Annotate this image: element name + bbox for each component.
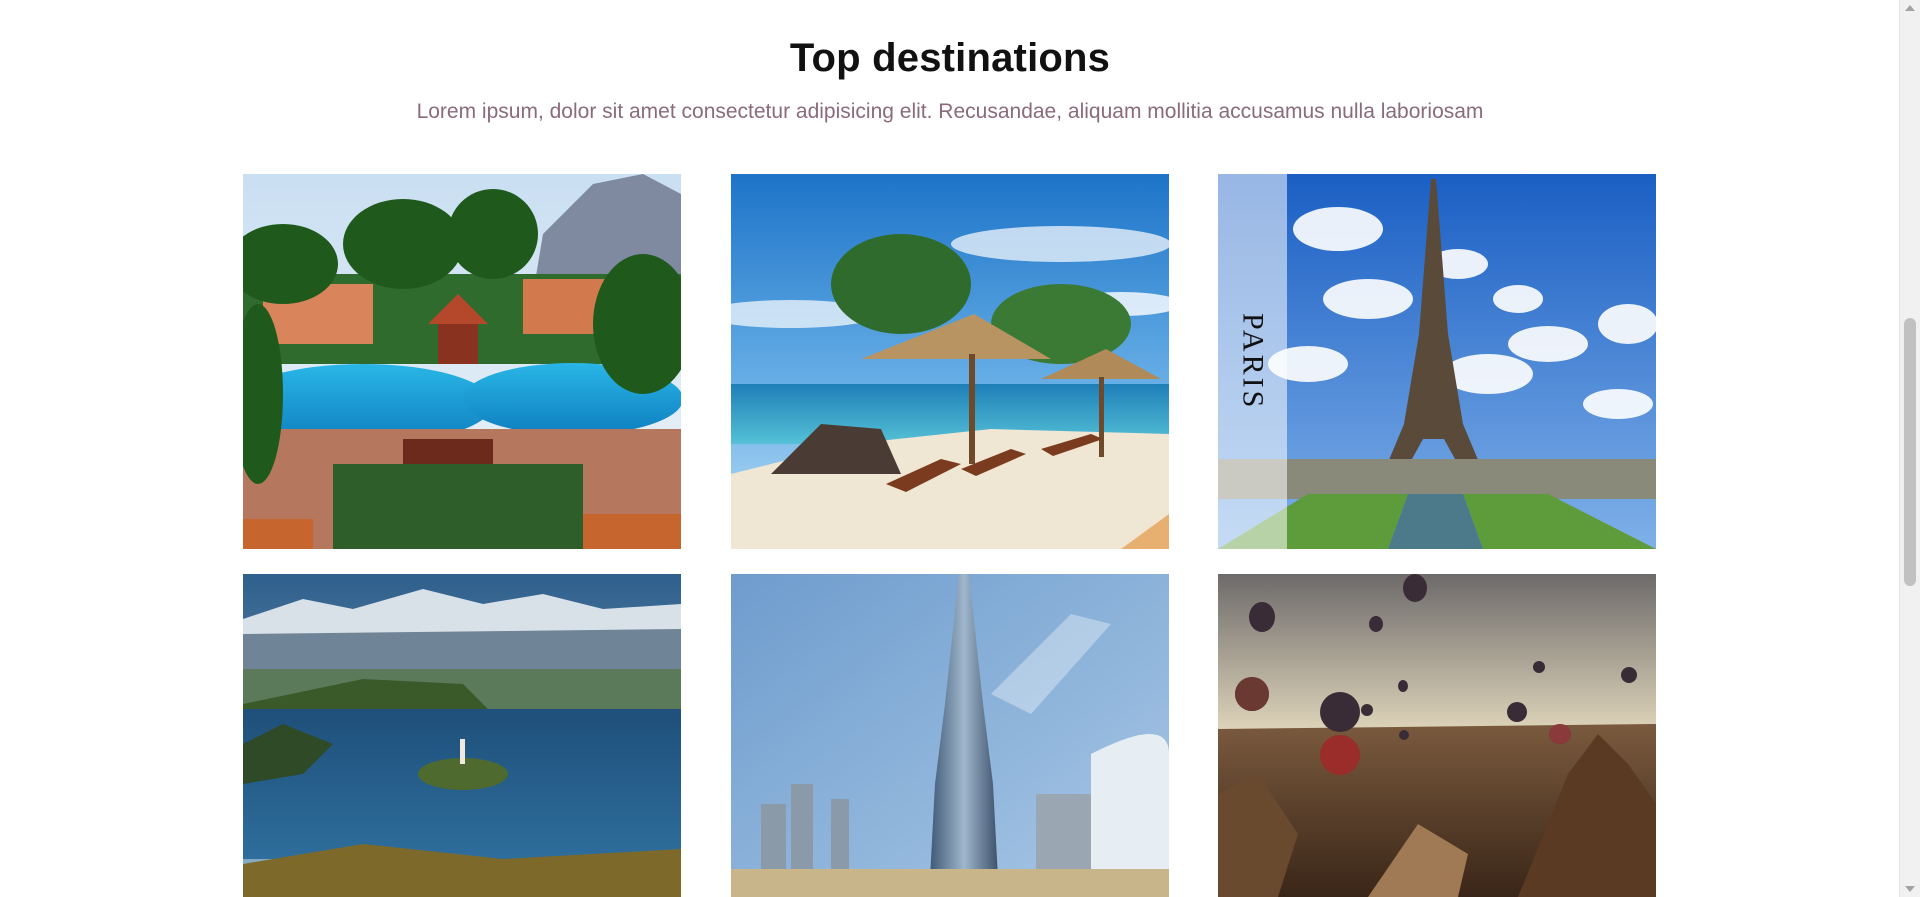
destination-card-lake[interactable] bbox=[243, 574, 681, 897]
beach-image bbox=[731, 174, 1169, 549]
resort-image bbox=[243, 174, 681, 549]
paris-label-strip: PARIS bbox=[1218, 174, 1287, 549]
scroll-up-arrow-icon[interactable] bbox=[1905, 5, 1915, 11]
balloons-image bbox=[1218, 574, 1656, 897]
scroll-thumb[interactable] bbox=[1904, 318, 1916, 586]
page: Top destinations Lorem ipsum, dolor sit … bbox=[0, 0, 1920, 897]
destination-card-balloons[interactable] bbox=[1218, 574, 1656, 897]
destination-card-skyscraper[interactable] bbox=[731, 574, 1169, 897]
section-subtitle: Lorem ipsum, dolor sit amet consectetur … bbox=[416, 100, 1484, 123]
scroll-down-arrow-icon[interactable] bbox=[1905, 886, 1915, 892]
destination-card-beach[interactable] bbox=[731, 174, 1169, 549]
section-title: Top destinations bbox=[789, 36, 1111, 80]
destination-card-paris[interactable]: PARIS bbox=[1218, 174, 1656, 549]
lake-image bbox=[243, 574, 681, 897]
skyscraper-image bbox=[731, 574, 1169, 897]
destination-card-resort[interactable] bbox=[243, 174, 681, 549]
paris-label: PARIS bbox=[1236, 312, 1270, 411]
page-scrollbar[interactable] bbox=[1899, 0, 1920, 897]
